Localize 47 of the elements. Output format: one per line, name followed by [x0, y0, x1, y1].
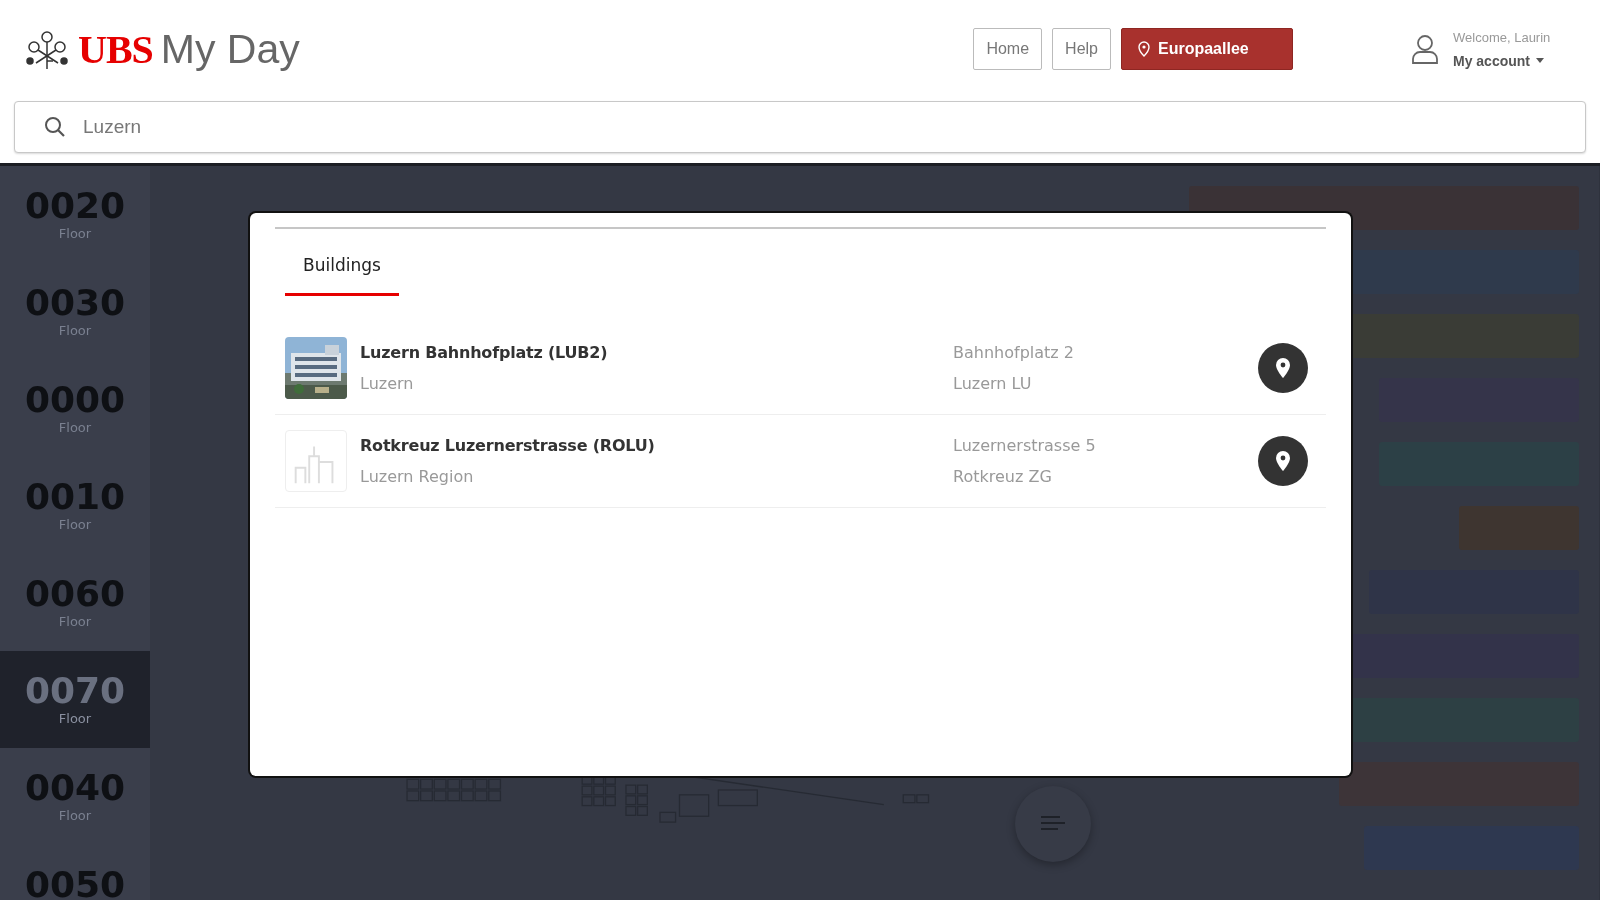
- location-pin-icon: [1276, 451, 1290, 471]
- account-menu[interactable]: My account: [1453, 52, 1551, 69]
- building-region: Luzern Region: [360, 467, 475, 486]
- floor-label: Floor: [58, 323, 92, 338]
- nav-button[interactable]: Home: [973, 28, 1043, 70]
- map-pin-button[interactable]: [1258, 343, 1308, 393]
- user-icon: [1411, 34, 1439, 64]
- welcome-text: Welcome, Laurin: [1453, 29, 1551, 45]
- floor-label: Floor: [58, 614, 92, 629]
- floor-number: 0040: [24, 770, 126, 806]
- building-street: Luzernerstrasse 5: [953, 436, 1097, 455]
- menu-icon: [1040, 815, 1066, 833]
- floor-label: Floor: [58, 420, 92, 435]
- app-title: My Day: [160, 25, 300, 73]
- map-pin-button[interactable]: [1258, 436, 1308, 486]
- floor-label: Floor: [58, 517, 92, 532]
- floor-number: 0030: [24, 285, 126, 321]
- floor-label: Floor: [58, 711, 92, 726]
- floor-number: 0070: [24, 673, 126, 709]
- floor-item[interactable]: 0040 Floor: [0, 748, 150, 845]
- floor-item[interactable]: 0010 Floor: [0, 457, 150, 554]
- floor-label: Floor: [58, 226, 92, 241]
- floor-number: 0010: [24, 479, 126, 515]
- floor-number: 0020: [24, 188, 126, 224]
- building-city: Rotkreuz ZG: [953, 467, 1053, 486]
- floor-item[interactable]: 0020 Floor: [0, 166, 150, 263]
- building-street: Bahnhofplatz 2: [953, 343, 1075, 362]
- floor-label: Floor: [58, 808, 92, 823]
- nav-button[interactable]: Help: [1052, 28, 1111, 70]
- building-name: Luzern Bahnhofplatz (LUB2): [360, 343, 609, 362]
- caret-icon: [1536, 58, 1544, 63]
- location-pin-icon: [1138, 41, 1150, 57]
- floor-item[interactable]: 0000 Floor: [0, 360, 150, 457]
- search-field[interactable]: Luzern: [14, 101, 1586, 153]
- floor-item[interactable]: 0030 Floor: [0, 263, 150, 360]
- logo-wordmark: UBS: [78, 25, 153, 73]
- floor-item[interactable]: 0060 Floor: [0, 554, 150, 651]
- building-city: Luzern LU: [953, 374, 1033, 393]
- floor-number: 0000: [24, 382, 126, 418]
- location-pin-icon: [1276, 358, 1290, 378]
- floor-item[interactable]: 0070 Floor: [0, 651, 150, 748]
- floor-number: 0050: [24, 867, 126, 900]
- location-button[interactable]: Europaallee: [1121, 28, 1293, 70]
- tab[interactable]: Buildings: [285, 249, 399, 296]
- floor-number: 0060: [24, 576, 126, 612]
- building-name: Rotkreuz Luzernerstrasse (ROLU): [360, 436, 656, 455]
- building-region: Luzern: [360, 374, 415, 393]
